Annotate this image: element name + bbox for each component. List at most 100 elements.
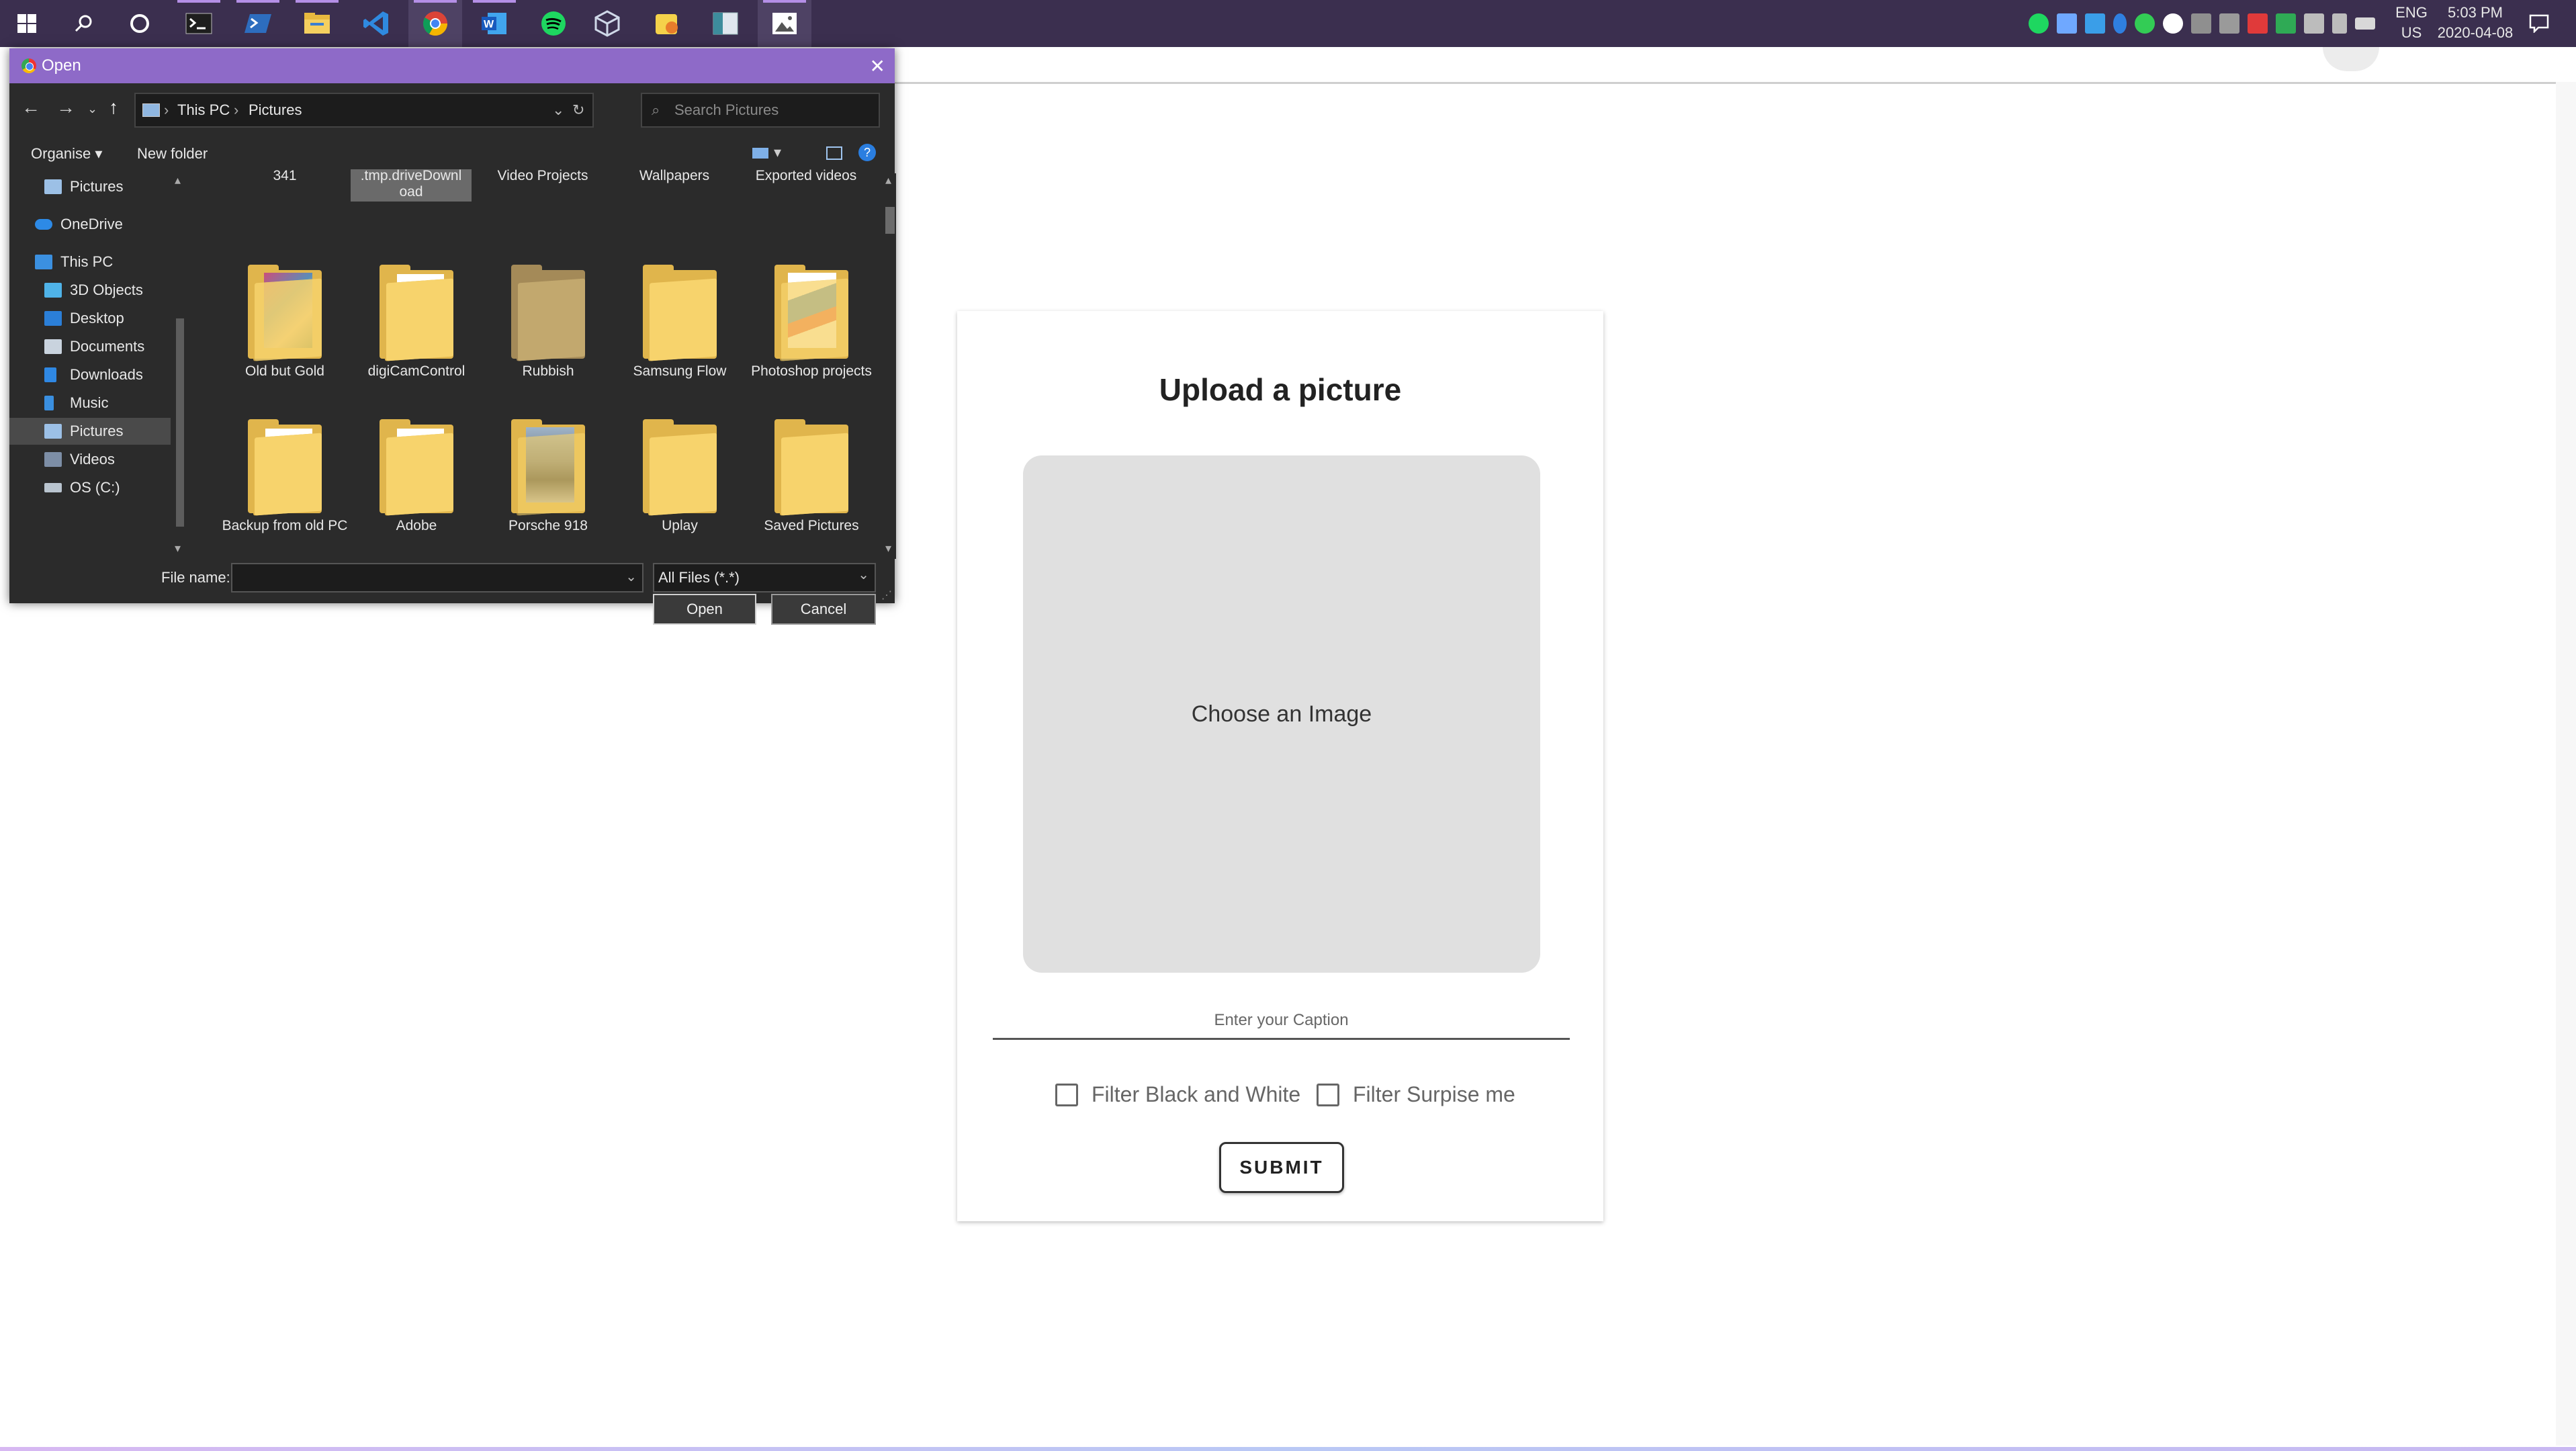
folder-label[interactable]: 341	[224, 169, 345, 184]
image-dropzone[interactable]: Choose an Image	[1023, 455, 1540, 973]
cortana-icon	[130, 14, 149, 33]
search-pictures-input[interactable]: ⌕ Search Pictures	[641, 93, 880, 128]
address-bar[interactable]: › This PC › Pictures ⌄ ↻	[134, 93, 594, 128]
shield-icon[interactable]	[2276, 13, 2296, 34]
action-center-button[interactable]	[2512, 0, 2566, 47]
scroll-up-icon[interactable]: ▴	[885, 173, 891, 187]
folder-label-selected[interactable]: .tmp.driveDownl oad	[351, 169, 472, 202]
breadcrumb-pictures[interactable]: Pictures	[249, 94, 302, 126]
wifi-icon[interactable]	[2304, 13, 2324, 34]
folder-item[interactable]: Adobe	[351, 419, 482, 534]
cortana-button[interactable]	[113, 0, 167, 47]
clock[interactable]: 5:03 PM 2020-04-08	[2432, 3, 2519, 43]
taskbar-terminal[interactable]	[172, 0, 226, 47]
start-button[interactable]	[0, 0, 54, 47]
open-button[interactable]: Open	[653, 594, 756, 625]
recent-chevron-icon[interactable]: ⌄	[87, 102, 97, 116]
terminal-icon	[185, 13, 212, 34]
taskbar-vscode[interactable]	[349, 0, 403, 47]
new-folder-button[interactable]: New folder	[137, 145, 208, 163]
nav-item-onedrive[interactable]: OneDrive	[9, 211, 171, 238]
tray-app-icon[interactable]	[2219, 13, 2239, 34]
scroll-down-icon[interactable]: ▾	[175, 541, 181, 556]
folder-item[interactable]: Samsung Flow	[614, 265, 746, 380]
tray-app-icon[interactable]	[2135, 13, 2155, 34]
close-icon[interactable]: ✕	[870, 55, 885, 77]
tray-app-icon[interactable]	[2248, 13, 2268, 34]
view-options-icon[interactable]	[752, 148, 768, 159]
breadcrumb-separator: ›	[164, 101, 169, 118]
tray-app-icon[interactable]	[2163, 13, 2183, 34]
page-scrollbar[interactable]	[2556, 82, 2576, 1446]
taskbar-chrome[interactable]	[408, 0, 462, 47]
scroll-down-icon[interactable]: ▾	[885, 541, 891, 556]
taskbar-sticky-app[interactable]	[639, 0, 693, 47]
folder-label[interactable]: Video Projects	[482, 169, 603, 184]
taskbar-file-explorer[interactable]	[290, 0, 344, 47]
nav-pane-scroll-thumb[interactable]	[176, 318, 184, 527]
nav-item-videos[interactable]: Videos	[9, 446, 171, 473]
scroll-up-icon[interactable]: ▴	[175, 173, 181, 187]
nav-item-pictures[interactable]: Pictures	[9, 418, 171, 445]
tray-app-icon[interactable]	[2085, 13, 2105, 34]
documents-icon	[44, 339, 62, 354]
address-dropdown-icon[interactable]: ⌄	[552, 94, 564, 126]
nav-item-label: Documents	[70, 338, 145, 355]
breadcrumb-this-pc[interactable]: This PC	[177, 94, 230, 126]
folder-item[interactable]: Saved Pictures	[746, 419, 877, 534]
resize-grip-icon[interactable]: ⋰	[881, 588, 892, 602]
taskbar-spotify[interactable]	[527, 0, 580, 47]
up-arrow-icon[interactable]: ↑	[109, 97, 118, 118]
dialog-titlebar[interactable]: Open ✕	[9, 48, 895, 83]
tray-app-icon[interactable]	[2191, 13, 2211, 34]
folder-item[interactable]: digiCamControl	[351, 265, 482, 380]
filter-bw-checkbox[interactable]: Filter Black and White	[1055, 1082, 1300, 1107]
nav-item-downloads[interactable]: Downloads	[9, 361, 171, 388]
nav-item-3d-objects[interactable]: 3D Objects	[9, 277, 171, 304]
folder-item[interactable]: Rubbish	[482, 265, 614, 380]
taskbar-search[interactable]	[56, 0, 110, 47]
folder-item[interactable]: Backup from old PC	[219, 419, 351, 534]
nav-item-pictures-quick[interactable]: Pictures	[9, 173, 171, 200]
forward-arrow-icon[interactable]: →	[56, 97, 75, 118]
nav-item-this-pc[interactable]: This PC	[9, 249, 171, 275]
language-indicator[interactable]: ENG US	[2391, 3, 2432, 43]
back-arrow-icon[interactable]: ←	[21, 97, 40, 118]
filter-surprise-checkbox[interactable]: Filter Surpise me	[1317, 1082, 1515, 1107]
taskbar-powershell[interactable]	[231, 0, 285, 47]
chevron-down-icon[interactable]: ⌄	[625, 568, 637, 585]
taskbar-screen-app[interactable]	[699, 0, 752, 47]
spotify-tray-icon[interactable]	[2029, 13, 2049, 34]
taskbar-virtualbox[interactable]	[580, 0, 634, 47]
cancel-button[interactable]: Cancel	[771, 594, 876, 625]
bluetooth-icon[interactable]	[2113, 13, 2127, 34]
file-type-select[interactable]: All Files (*.*) ⌄	[653, 563, 876, 592]
caption-input[interactable]	[993, 1003, 1570, 1040]
nav-item-music[interactable]: Music	[9, 390, 171, 416]
tray-app-icon[interactable]	[2057, 13, 2077, 34]
nav-item-os-c[interactable]: OS (C:)	[9, 474, 171, 501]
folder-label[interactable]: Exported videos	[746, 169, 867, 184]
nav-item-desktop[interactable]: Desktop	[9, 305, 171, 332]
preview-pane-icon[interactable]	[826, 146, 842, 160]
volume-icon[interactable]	[2332, 13, 2347, 34]
folder-item[interactable]: Uplay	[614, 419, 746, 534]
taskbar-photos[interactable]	[758, 0, 811, 47]
nav-item-documents[interactable]: Documents	[9, 333, 171, 360]
clock-time: 5:03 PM	[2448, 4, 2503, 21]
folder-item[interactable]: Photoshop projects	[746, 265, 877, 380]
avatar[interactable]	[2323, 47, 2379, 71]
file-list-scroll-thumb[interactable]	[885, 207, 895, 234]
submit-button[interactable]: SUBMIT	[1219, 1142, 1344, 1193]
taskbar-word[interactable]: W	[468, 0, 521, 47]
folder-name: Rubbish	[522, 363, 574, 379]
folder-item[interactable]: Old but Gold	[219, 265, 351, 380]
refresh-icon[interactable]: ↻	[572, 94, 584, 126]
organise-button[interactable]: Organise ▾	[31, 145, 102, 163]
help-icon[interactable]: ?	[858, 144, 876, 161]
folder-label[interactable]: Wallpapers	[614, 169, 735, 184]
file-name-input[interactable]: ⌄	[231, 563, 643, 592]
folder-item[interactable]: Porsche 918	[482, 419, 614, 534]
view-dropdown-icon[interactable]: ▾	[774, 144, 781, 161]
battery-icon[interactable]	[2355, 17, 2375, 30]
